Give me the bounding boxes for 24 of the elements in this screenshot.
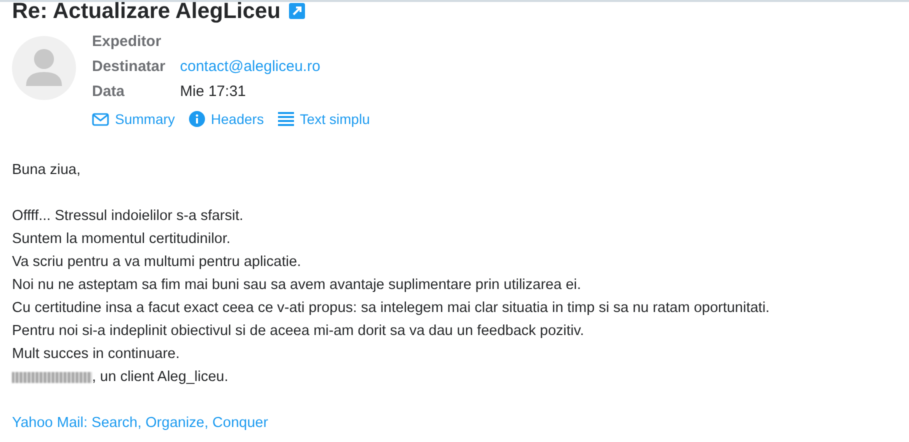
date-value: Mie 17:31	[180, 82, 247, 101]
field-label: Data	[92, 82, 126, 101]
header-action-link[interactable]: Summary	[92, 111, 175, 127]
email-subject: Re: Actualizare AlegLiceu	[12, 0, 281, 24]
signature-link[interactable]: Yahoo Mail: Search, Organize, Conquer	[12, 415, 268, 431]
header-action-link[interactable]: Text simplu	[278, 111, 370, 127]
message-line: Mult succes in continuare.	[12, 346, 180, 362]
message-line: Suntem la momentul certitudinilor.	[12, 231, 230, 247]
avatar-icon	[12, 36, 76, 100]
info-icon	[188, 111, 205, 127]
message-line: Noi nu ne asteptam sa fim mai buni sau sa avem avantaje suplimentare prin utilizarea ei.	[12, 277, 582, 293]
message-line: Va scriu pentru a va multumi pentru aplicatie.	[12, 254, 302, 270]
message-line: Buna ziua,	[12, 162, 81, 178]
envelope-icon	[92, 112, 109, 126]
message-line: Offff... Stressul indoielilor s-a sfarsit.	[12, 208, 244, 224]
message-line: Cu certitudine insa a facut exact ceea ce v-ati propus: sa intelegem mai clar situatia in timp si sa nu ratam oportunitati.	[12, 300, 770, 316]
message-line: Pentru noi si-a indeplinit obiectivul si de aceea mi-am dorit sa va dau un feedback pozitiv.	[12, 323, 584, 339]
recipient-link[interactable]: contact@alegliceu.ro	[180, 57, 370, 76]
field-label: Destinatar	[92, 57, 166, 76]
field-label: Expeditor	[92, 32, 162, 51]
external-link-icon[interactable]	[288, 3, 305, 19]
lines-icon	[278, 112, 294, 126]
message-line: , un client Aleg_liceu.	[92, 369, 228, 385]
header-action-link[interactable]: Headers	[188, 111, 264, 127]
